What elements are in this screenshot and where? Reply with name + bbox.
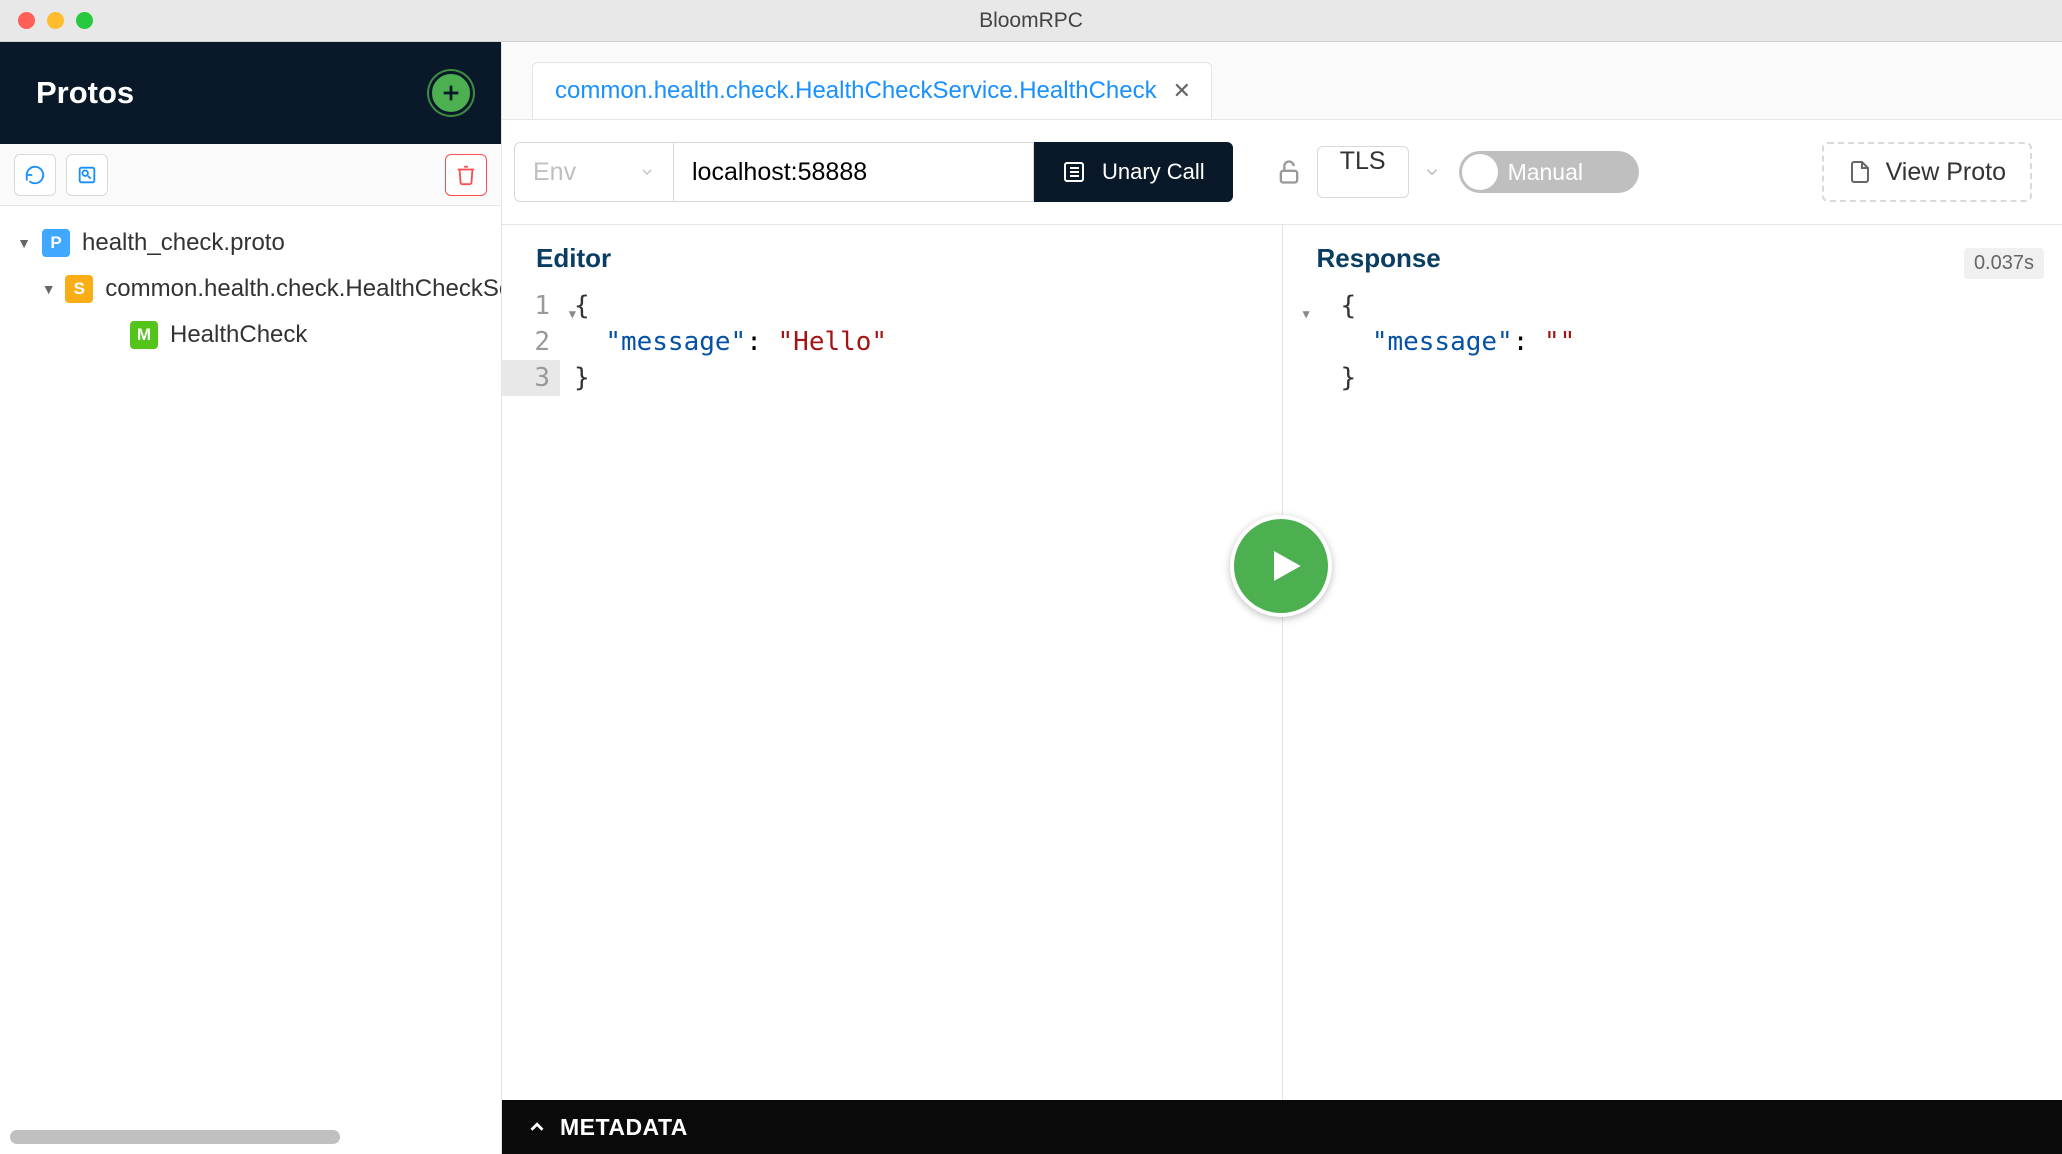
sidebar: Protos ▼ P health_check.proto ▼ <box>0 42 502 1154</box>
request-tab[interactable]: common.health.check.HealthCheckService.H… <box>532 62 1212 119</box>
unlock-icon <box>1275 158 1303 186</box>
metadata-toggle[interactable]: METADATA <box>502 1100 2062 1154</box>
delete-button[interactable] <box>445 154 487 196</box>
editor-title: Editor <box>502 225 1282 288</box>
reload-icon <box>24 164 46 186</box>
call-type-badge: Unary Call <box>1034 142 1233 202</box>
list-icon <box>1062 160 1086 184</box>
tree-method-label: HealthCheck <box>170 321 307 349</box>
tab-label: common.health.check.HealthCheckService.H… <box>555 77 1157 105</box>
tab-close-button[interactable]: ✕ <box>1173 78 1191 104</box>
service-badge: S <box>65 275 93 303</box>
request-bar: Env Unary Call TLS Manual <box>502 119 2062 225</box>
tree-service-node[interactable]: ▼ S common.health.check.HealthCheckServi… <box>0 266 501 312</box>
minimize-window-button[interactable] <box>47 12 64 29</box>
chevron-up-icon <box>526 1116 548 1138</box>
sidebar-toolbar <box>0 144 501 206</box>
caret-down-icon: ▼ <box>14 235 34 251</box>
response-pane: Response 0.037s ▼ { "message": "" } <box>1282 225 2062 1100</box>
run-button[interactable] <box>1230 515 1332 617</box>
view-proto-label: View Proto <box>1886 158 2006 187</box>
close-window-button[interactable] <box>18 12 35 29</box>
tabs-area: common.health.check.HealthCheckService.H… <box>502 42 2062 119</box>
env-placeholder: Env <box>533 158 576 187</box>
sidebar-scrollbar[interactable] <box>10 1130 340 1144</box>
filter-icon <box>76 164 98 186</box>
editor-pane: Editor 1▼ { 2 "message": "Hello" 3 } <box>502 225 1282 1100</box>
metadata-label: METADATA <box>560 1114 688 1141</box>
address-group: Env Unary Call <box>514 142 1233 202</box>
window-title: BloomRPC <box>0 9 2062 33</box>
response-code[interactable]: ▼ { "message": "" } <box>1283 288 2062 396</box>
response-timing: 0.037s <box>1964 248 2044 279</box>
plus-icon <box>440 82 462 104</box>
proto-badge: P <box>42 229 70 257</box>
toggle-knob <box>1462 154 1498 190</box>
manual-toggle[interactable]: Manual <box>1459 151 1639 193</box>
env-select[interactable]: Env <box>514 142 674 202</box>
method-badge: M <box>130 321 158 349</box>
view-proto-button[interactable]: View Proto <box>1822 142 2032 202</box>
toggle-label: Manual <box>1508 159 1583 186</box>
traffic-lights <box>0 12 93 29</box>
tree-method-node[interactable]: M HealthCheck <box>0 312 501 358</box>
play-icon <box>1264 546 1304 586</box>
tls-group: TLS <box>1251 146 1441 198</box>
filter-button[interactable] <box>66 154 108 196</box>
chevron-down-icon <box>639 164 655 180</box>
fold-caret-icon[interactable]: ▼ <box>569 296 576 332</box>
window-titlebar: BloomRPC <box>0 0 2062 42</box>
sidebar-title: Protos <box>36 75 134 111</box>
address-input[interactable] <box>674 142 1034 202</box>
maximize-window-button[interactable] <box>76 12 93 29</box>
fold-caret-icon[interactable]: ▼ <box>1303 296 1310 332</box>
tree-proto-node[interactable]: ▼ P health_check.proto <box>0 220 501 266</box>
proto-tree: ▼ P health_check.proto ▼ S common.health… <box>0 206 501 1154</box>
tree-service-label: common.health.check.HealthCheckService <box>105 275 501 303</box>
call-type-label: Unary Call <box>1102 159 1205 185</box>
caret-down-icon: ▼ <box>40 281 57 297</box>
chevron-down-icon[interactable] <box>1423 163 1441 181</box>
content-area: common.health.check.HealthCheckService.H… <box>502 42 2062 1154</box>
editor-response-panes: Editor 1▼ { 2 "message": "Hello" 3 } <box>502 225 2062 1100</box>
response-title: Response <box>1283 225 1441 288</box>
editor-code[interactable]: 1▼ { 2 "message": "Hello" 3 } <box>502 288 1282 396</box>
add-proto-button[interactable] <box>429 71 473 115</box>
tls-button[interactable]: TLS <box>1317 146 1409 198</box>
file-icon <box>1848 160 1872 184</box>
tree-proto-label: health_check.proto <box>82 229 285 257</box>
sidebar-header: Protos <box>0 42 501 144</box>
reload-button[interactable] <box>14 154 56 196</box>
trash-icon <box>455 164 477 186</box>
